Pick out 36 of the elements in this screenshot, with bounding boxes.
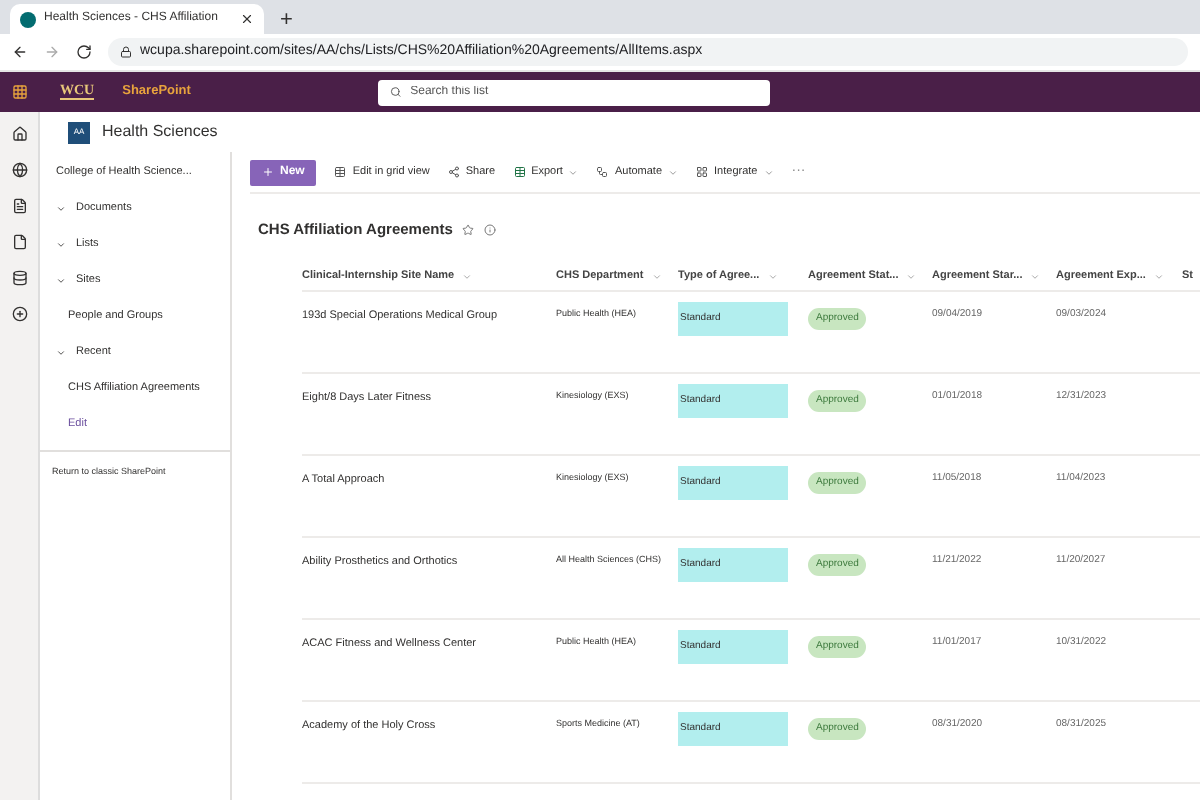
document-icon[interactable]	[11, 234, 27, 250]
sort-caret-icon	[767, 272, 778, 282]
lock-icon	[120, 46, 132, 58]
caret-icon	[668, 167, 679, 177]
globe-icon[interactable]	[11, 162, 27, 178]
sort-caret-icon	[651, 272, 662, 282]
news-icon[interactable]	[11, 198, 27, 214]
create-icon[interactable]	[11, 306, 27, 322]
site-icon	[20, 11, 36, 27]
sort-caret-icon	[1153, 272, 1164, 282]
favorite-icon[interactable]	[462, 223, 475, 235]
blocks-icon	[696, 166, 709, 178]
chevron-icon	[56, 276, 66, 286]
sort-caret-icon	[906, 272, 917, 282]
caret-icon	[568, 167, 579, 177]
info-icon[interactable]	[484, 223, 497, 235]
reload-icon[interactable]	[76, 44, 92, 60]
close-icon[interactable]	[240, 12, 254, 26]
chevron-icon	[56, 240, 66, 250]
flow-icon	[596, 166, 609, 178]
share-icon	[447, 166, 460, 178]
chevron-icon	[56, 204, 66, 214]
chevron-icon	[56, 348, 66, 358]
site-title[interactable]: Health Sciences	[102, 120, 218, 144]
database-icon[interactable]	[11, 270, 27, 286]
spreadsheet-icon	[513, 166, 526, 178]
sort-caret-icon	[462, 272, 473, 282]
grid-icon	[334, 166, 347, 178]
new-tab-button[interactable]: +	[280, 10, 293, 32]
search-icon	[390, 86, 403, 98]
app-launcher-icon[interactable]	[12, 84, 28, 100]
plus-icon	[262, 166, 274, 178]
back-icon[interactable]	[12, 44, 28, 60]
sort-caret-icon	[1030, 272, 1041, 282]
home-icon[interactable]	[11, 126, 27, 142]
caret-icon	[763, 167, 774, 177]
